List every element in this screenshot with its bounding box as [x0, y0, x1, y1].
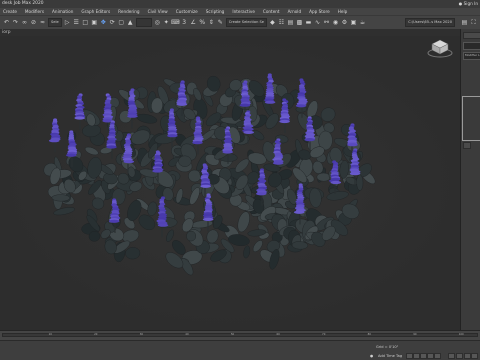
timeline-tick-label: 50	[230, 333, 235, 336]
edit-named-selection-icon[interactable]: ✎	[217, 19, 224, 26]
mirror-icon[interactable]: ◆	[269, 19, 276, 26]
project-folder-icon[interactable]: ▤	[461, 19, 468, 26]
spinner-snap-icon[interactable]: ⇕	[208, 19, 215, 26]
go-to-end-button[interactable]	[434, 353, 441, 359]
viewcube[interactable]	[426, 36, 454, 60]
scale-icon[interactable]: ▢	[118, 19, 125, 26]
rotate-icon[interactable]: ⟳	[109, 19, 116, 26]
timeline-tick-label: 100	[458, 333, 464, 336]
pan-button[interactable]	[471, 353, 478, 359]
schematic-view-icon[interactable]: ⚯	[323, 19, 330, 26]
named-selection-set-dropdown[interactable]: Create Selection Se	[225, 18, 267, 27]
menu-animation[interactable]: Animation	[49, 9, 78, 14]
place-icon[interactable]: ▲	[127, 19, 134, 26]
next-frame-button[interactable]	[427, 353, 434, 359]
sign-in-label: Sign In	[463, 1, 478, 6]
pin-stack-button[interactable]	[463, 142, 471, 149]
key-mode-button[interactable]	[448, 353, 455, 359]
timeline-tick-label: 90	[413, 333, 417, 336]
timeline-tick-label: 10	[48, 333, 52, 336]
redo-icon[interactable]: ↷	[12, 19, 19, 26]
modifier-list-dropdown[interactable]: Modifier Li	[463, 52, 480, 60]
main-toolbar: ↶ ↷ ∞ ⊘ ≈ Sele ▷ ☰ □ ▣ ✥ ⟳ ▢ ▲ ◎ ✦ ⌨ 3 ∠…	[0, 15, 480, 29]
menu-scripting[interactable]: Scripting	[203, 9, 230, 14]
time-slider-track[interactable]: 10 20 30 40 50 60 70 80 90 100	[2, 333, 478, 337]
timeline-tick-label: 60	[276, 333, 280, 336]
previous-frame-button[interactable]	[413, 353, 420, 359]
title-bar: desk Job Max 2020	[0, 0, 480, 8]
select-by-name-icon[interactable]: ☰	[73, 19, 80, 26]
timeline-tick-label: 30	[139, 333, 144, 336]
menu-interactive[interactable]: Interactive	[229, 9, 260, 14]
timeline-tick-label: 70	[322, 333, 326, 336]
menu-content[interactable]: Content	[260, 9, 285, 14]
timeline-ticks: 10 20 30 40 50 60 70 80 90 100	[3, 333, 477, 336]
window-crossing-icon[interactable]: ▣	[91, 19, 98, 26]
perspective-viewport[interactable]	[0, 36, 460, 330]
menu-modifiers[interactable]: Modifiers	[22, 9, 49, 14]
go-to-start-button[interactable]	[406, 353, 413, 359]
menu-bar: Create Modifiers Animation Graph Editors…	[0, 8, 480, 15]
menu-graph-editors[interactable]: Graph Editors	[78, 9, 115, 14]
select-manipulate-icon[interactable]: ✦	[163, 19, 170, 26]
selection-filter-dropdown[interactable]: Sele	[48, 18, 62, 27]
bind-space-warp-icon[interactable]: ≈	[39, 19, 46, 26]
orbit-button[interactable]	[464, 353, 471, 359]
undo-icon[interactable]: ↶	[3, 19, 10, 26]
ribbon-icon[interactable]: ▬	[305, 19, 312, 26]
timeline-tick-label: 40	[185, 333, 189, 336]
add-time-tag-button[interactable]: Add Time Tag	[378, 354, 402, 358]
rendered-frame-window-icon[interactable]: ▣	[350, 19, 357, 26]
menu-rendering[interactable]: Rendering	[115, 9, 144, 14]
keyboard-shortcut-icon[interactable]: ⌨	[171, 19, 180, 26]
reference-coordinate-dropdown[interactable]	[135, 18, 152, 27]
scene-explorer-icon[interactable]: ▤	[287, 19, 294, 26]
viewport-label-text[interactable]: iorp	[2, 30, 11, 35]
time-tag-icon[interactable]: ●	[370, 354, 373, 358]
render-icon[interactable]: ☕	[359, 19, 366, 26]
command-panel: Modifier Li	[460, 29, 480, 330]
menu-app-store[interactable]: App Store	[306, 9, 335, 14]
user-icon: ●	[458, 1, 463, 6]
percent-snap-icon[interactable]: %	[199, 19, 206, 26]
layer-explorer-icon[interactable]: ▩	[296, 19, 303, 26]
grid-readout: Grid = 0'10"	[376, 345, 399, 349]
menu-help[interactable]: Help	[335, 9, 353, 14]
timeline-tick-label: 80	[367, 333, 371, 336]
leaf	[178, 155, 192, 167]
move-icon[interactable]: ✥	[100, 19, 107, 26]
angle-snap-icon[interactable]: ∠	[190, 19, 197, 26]
leaf	[316, 172, 331, 182]
menu-arnold[interactable]: Arnold	[285, 9, 307, 14]
zoom-extents-button[interactable]	[456, 353, 463, 359]
menu-customize[interactable]: Customize	[173, 9, 203, 14]
snaps-toggle-icon[interactable]: 3	[181, 19, 188, 26]
align-icon[interactable]: ☷	[278, 19, 285, 26]
rectangle-selection-icon[interactable]: □	[82, 19, 89, 26]
object-name-field[interactable]	[463, 42, 480, 50]
create-panel-tab[interactable]	[463, 32, 480, 39]
app-title: desk Job Max 2020	[2, 1, 44, 6]
select-object-icon[interactable]: ▷	[64, 19, 71, 26]
pivot-center-icon[interactable]: ◎	[154, 19, 161, 26]
render-setup-icon[interactable]: ⚙	[341, 19, 348, 26]
timeline-tick-label: 20	[94, 333, 98, 336]
curve-editor-icon[interactable]: ∿	[314, 19, 321, 26]
workspace-path-dropdown[interactable]: C:\Users\65..s Max 2020	[405, 18, 455, 27]
modifier-stack-list[interactable]	[462, 96, 480, 141]
leaf	[51, 194, 70, 202]
unlink-icon[interactable]: ⊘	[30, 19, 37, 26]
material-editor-icon[interactable]: ◉	[332, 19, 339, 26]
menu-create[interactable]: Create	[0, 9, 22, 14]
maximize-icon[interactable]: ⛶	[470, 19, 477, 26]
leaf	[356, 174, 364, 191]
viewport-label[interactable]: iorp	[0, 29, 460, 36]
plant-scene	[0, 36, 460, 330]
sign-in-button[interactable]: ● Sign In	[459, 0, 478, 8]
status-bar: Grid = 0'10" ● Add Time Tag	[0, 340, 480, 360]
link-icon[interactable]: ∞	[21, 19, 28, 26]
play-button[interactable]	[420, 353, 427, 359]
menu-civil-view[interactable]: Civil View	[145, 9, 173, 14]
